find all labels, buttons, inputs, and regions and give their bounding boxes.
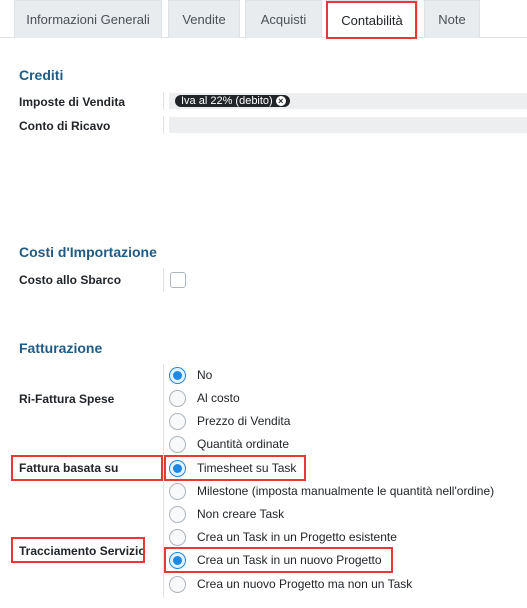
- radio-rifattura-al-costo[interactable]: Al costo: [169, 388, 240, 408]
- tab-label: Informazioni Generali: [26, 12, 150, 27]
- highlight-tracciamento-servizio: [11, 537, 145, 563]
- radio-label: Prezzo di Vendita: [197, 414, 291, 428]
- label-ri-fattura-spese: Ri-Fattura Spese: [19, 392, 115, 406]
- radio-button[interactable]: [169, 366, 186, 384]
- tab-label: Vendite: [182, 12, 226, 27]
- tab-bar: Informazioni Generali Vendite Acquisti C…: [0, 0, 527, 39]
- field-separator: [163, 364, 164, 456]
- radio-label: No: [197, 368, 213, 382]
- radio-tracciamento-nuovo-progetto-no-task[interactable]: Crea un nuovo Progetto ma non un Task: [169, 574, 412, 594]
- label-imposte-di-vendita: Imposte di Vendita: [19, 95, 126, 109]
- tax-tag: Iva al 22% (debito) ×: [175, 95, 290, 107]
- field-separator: [163, 482, 164, 598]
- tab-label: Note: [438, 12, 466, 27]
- radio-label: Al costo: [197, 391, 240, 405]
- label-conto-di-ricavo: Conto di Ricavo: [19, 119, 111, 133]
- tab-informazioni-generali[interactable]: Informazioni Generali: [14, 0, 162, 38]
- section-title-costi-importazione: Costi d'Importazione: [19, 244, 157, 260]
- radio-label: Quantità ordinate: [197, 437, 290, 451]
- tax-tag-label: Iva al 22% (debito): [181, 95, 273, 107]
- radio-button[interactable]: [169, 435, 186, 453]
- tab-label: Acquisti: [260, 12, 307, 27]
- field-separator: [163, 116, 164, 134]
- radio-tracciamento-task-progetto-esistente[interactable]: Crea un Task in un Progetto esistente: [169, 527, 397, 547]
- costo-allo-sbarco-checkbox[interactable]: [170, 272, 186, 288]
- radio-button[interactable]: [169, 412, 186, 430]
- radio-label: Crea un Task in un Progetto esistente: [197, 530, 397, 544]
- radio-button[interactable]: [169, 482, 186, 500]
- radio-fattura-quantita-ordinate[interactable]: Quantità ordinate: [169, 434, 289, 454]
- radio-button[interactable]: [169, 575, 186, 593]
- section-title-fatturazione: Fatturazione: [19, 340, 103, 356]
- section-title-crediti: Crediti: [19, 67, 64, 83]
- radio-button[interactable]: [169, 389, 186, 407]
- radio-rifattura-no[interactable]: No: [169, 365, 212, 385]
- highlight-timesheet-su-task: [164, 455, 306, 481]
- radio-label: Milestone (imposta manualmente le quanti…: [197, 484, 495, 498]
- label-costo-allo-sbarco: Costo allo Sbarco: [19, 273, 122, 287]
- tab-acquisti[interactable]: Acquisti: [245, 0, 322, 38]
- tab-note[interactable]: Note: [424, 0, 480, 38]
- radio-label: Non creare Task: [197, 507, 285, 521]
- radio-rifattura-prezzo-vendita[interactable]: Prezzo di Vendita: [169, 411, 290, 431]
- conto-di-ricavo-field[interactable]: [169, 117, 527, 133]
- radio-button[interactable]: [169, 505, 186, 523]
- radio-tracciamento-non-creare-task[interactable]: Non creare Task: [169, 504, 284, 524]
- radio-label: Crea un nuovo Progetto ma non un Task: [197, 577, 413, 591]
- radio-button[interactable]: [169, 528, 186, 546]
- field-separator: [163, 92, 164, 110]
- highlight-task-nuovo-progetto: [164, 547, 393, 573]
- field-separator: [163, 268, 164, 292]
- highlight-fattura-basata-su: [11, 455, 163, 481]
- highlight-tab-contabilita: [326, 1, 417, 39]
- radio-fattura-milestone[interactable]: Milestone (imposta manualmente le quanti…: [169, 481, 494, 501]
- remove-tag-icon[interactable]: ×: [275, 96, 286, 106]
- tab-vendite[interactable]: Vendite: [168, 0, 240, 38]
